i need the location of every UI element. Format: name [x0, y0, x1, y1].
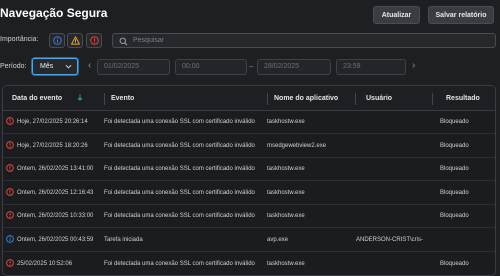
table-row[interactable]: Hoje, 27/02/2025 20:26:14 Foi detectada u… [3, 111, 495, 134]
cell-date: Ontem, 26/02/2025 13:41:00 [17, 166, 94, 173]
error-icon [6, 117, 14, 125]
cell-result: Bloqueado [440, 119, 469, 125]
cell-event: Foi detectada uma conexão SSL com certif… [104, 213, 255, 220]
column-divider[interactable] [432, 93, 433, 105]
update-button[interactable]: Atualizar [373, 6, 420, 24]
info-icon [6, 235, 14, 243]
table-row[interactable]: 25/02/2025 10:52:06 Foi detectada uma con… [3, 253, 495, 275]
cell-date: Hoje, 27/02/2025 18:20:26 [17, 142, 88, 149]
cell-app: avp.exe [267, 237, 289, 243]
cell-date: Ontem, 26/02/2025 00:43:59 [17, 237, 94, 243]
filter-info-toggle[interactable] [49, 33, 65, 48]
range-separator: – [249, 62, 254, 71]
filter-error-toggle[interactable] [86, 33, 102, 48]
save-report-button[interactable]: Salvar relatório [428, 6, 494, 24]
error-icon [6, 164, 14, 173]
cell-date: Ontem, 26/02/2025 12:16:43 [17, 189, 94, 196]
filter-warning-toggle[interactable] [67, 33, 83, 48]
column-divider[interactable] [267, 93, 268, 105]
cell-app: msedgewebview2.exe [267, 142, 327, 149]
page-header: Navegação Segura Atualizar Salvar relató… [0, 0, 500, 32]
period-select-value: Mês [40, 63, 54, 70]
cell-app: taskhostw.exe [267, 119, 305, 125]
column-header-date[interactable]: Data do evento [12, 95, 62, 102]
next-period-arrow[interactable]: › [412, 60, 415, 71]
cell-app: taskhostw.exe [267, 166, 305, 173]
table-row[interactable]: Ontem, 26/02/2025 00:43:59 Tarefa iniciad… [3, 229, 495, 252]
table-row[interactable]: Hoje, 27/02/2025 18:20:26 Foi detectada u… [3, 135, 495, 158]
cell-result: Bloqueado [440, 213, 469, 220]
cell-event: Foi detectada uma conexão SSL com certif… [104, 260, 255, 267]
table-header: Data do evento Evento Nome do aplicativo… [3, 86, 495, 111]
error-icon [6, 187, 14, 196]
cell-result: Bloqueado [440, 166, 469, 173]
start-time-value: 00:00 [182, 63, 200, 70]
search-icon [119, 37, 128, 46]
table-row[interactable]: Ontem, 26/02/2025 12:16:43 Foi detectada … [3, 182, 495, 205]
end-time-field[interactable]: 23:59 [336, 59, 406, 75]
cell-event: Foi detectada uma conexão SSL com certif… [104, 189, 255, 196]
cell-date: Ontem, 26/02/2025 10:33:00 [17, 213, 94, 220]
chevron-down-icon [65, 64, 72, 69]
cell-app: taskhostw.exe [267, 213, 305, 220]
warning-icon [70, 36, 80, 45]
cell-event: Foi detectada uma conexão SSL com certif… [104, 166, 255, 173]
start-date-value: 01/02/2025 [104, 63, 140, 70]
column-divider[interactable] [104, 93, 105, 105]
start-date-field[interactable]: 01/02/2025 [97, 59, 170, 75]
cell-event: Foi detectada uma conexão SSL com certif… [104, 142, 255, 149]
start-time-field[interactable]: 00:00 [175, 59, 247, 75]
error-icon [89, 36, 99, 45]
error-icon [6, 211, 14, 220]
events-table: Data do evento Evento Nome do aplicativo… [2, 85, 496, 276]
cell-app: taskhostw.exe [267, 189, 305, 196]
cell-result: Bloqueado [440, 142, 469, 149]
period-label: Período: [0, 63, 27, 70]
column-header-event[interactable]: Evento [111, 95, 134, 102]
table-row[interactable]: Ontem, 26/02/2025 10:33:00 Foi detectada … [3, 205, 495, 229]
cell-user: ANDERSON-CRIST\cris- [356, 237, 423, 243]
table-row[interactable]: Ontem, 26/02/2025 13:41:00 Foi detectada … [3, 158, 495, 182]
cell-result: Bloqueado [440, 260, 469, 267]
sort-down-arrow-icon[interactable] [77, 94, 83, 101]
error-icon [6, 258, 14, 267]
end-time-value: 23:59 [343, 63, 361, 70]
column-header-result[interactable]: Resultado [446, 95, 480, 102]
search-placeholder: Pesquisar [133, 37, 165, 44]
importance-filter-row: Importância: Pesquisar [0, 33, 500, 49]
end-date-field[interactable]: 28/02/2025 [257, 59, 331, 75]
column-header-user[interactable]: Usuário [366, 95, 392, 102]
cell-event: Foi detectada uma conexão SSL com certif… [104, 119, 255, 125]
previous-period-arrow[interactable]: ‹ [88, 60, 91, 71]
cell-app: taskhostw.exe [267, 260, 305, 267]
importance-label: Importância: [0, 36, 39, 43]
page-title: Navegação Segura [0, 6, 108, 20]
cell-date: 25/02/2025 10:52:06 [17, 260, 73, 267]
period-filter-row: Período: Mês ‹ 01/02/2025 00:00 – 28/02/… [0, 58, 500, 76]
cell-date: Hoje, 27/02/2025 20:26:14 [17, 119, 88, 125]
info-icon [52, 36, 62, 45]
error-icon [6, 140, 14, 149]
cell-event: Tarefa iniciada [104, 237, 143, 243]
period-select[interactable]: Mês [32, 58, 78, 75]
search-input[interactable]: Pesquisar [112, 33, 496, 48]
column-divider[interactable] [355, 93, 356, 105]
cell-result: Bloqueado [440, 189, 469, 196]
end-date-value: 28/02/2025 [264, 63, 300, 70]
column-header-app[interactable]: Nome do aplicativo [274, 95, 338, 102]
